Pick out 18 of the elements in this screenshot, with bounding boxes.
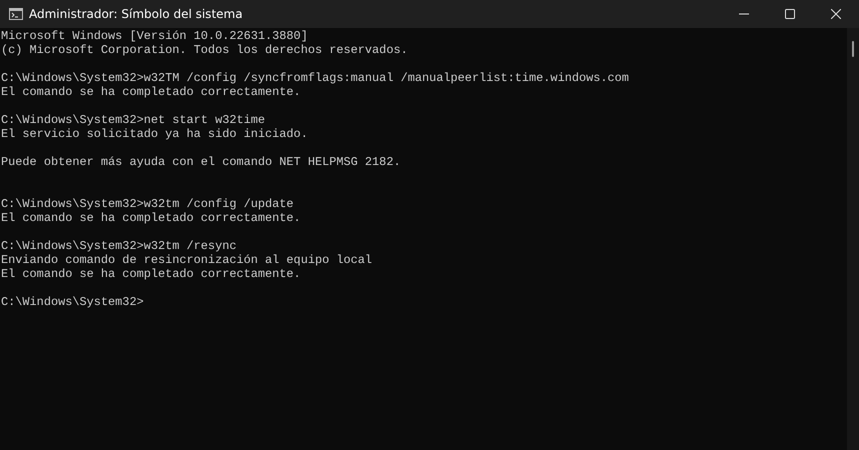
console-line: Enviando comando de resincronización al equipo local bbox=[1, 253, 374, 267]
console-line: C:\Windows\System32>w32tm /resync bbox=[1, 239, 238, 253]
console-line: El comando se ha completado correctamente. bbox=[1, 85, 302, 99]
maximize-icon bbox=[785, 9, 795, 19]
console-line: C:\Windows\System32>w32tm /config /update bbox=[1, 197, 295, 211]
console-line: El comando se ha completado correctamente. bbox=[1, 211, 302, 225]
terminal-icon bbox=[9, 8, 23, 20]
console-line: (c) Microsoft Corporation. Todos los derechos reservados. bbox=[1, 43, 409, 57]
console-line: C:\Windows\System32>net start w32time bbox=[1, 113, 266, 127]
console-line: El comando se ha completado correctamente. bbox=[1, 267, 302, 281]
console-line: Puede obtener más ayuda con el comando NET HELPMSG 2182. bbox=[1, 155, 402, 169]
window-title: Administrador: Símbolo del sistema bbox=[29, 7, 243, 21]
scrollbar-thumb[interactable] bbox=[852, 41, 854, 57]
console-line: Microsoft Windows [Versión 10.0.22631.3880] bbox=[1, 29, 309, 43]
close-icon bbox=[831, 9, 841, 19]
console-line: El servicio solicitado ya ha sido iniciado. bbox=[1, 127, 309, 141]
console-line: C:\Windows\System32>w32TM /config /syncfromflags:manual /manualpeerlist:time.windows.com bbox=[1, 71, 630, 85]
console-line: C:\Windows\System32> bbox=[1, 295, 145, 309]
